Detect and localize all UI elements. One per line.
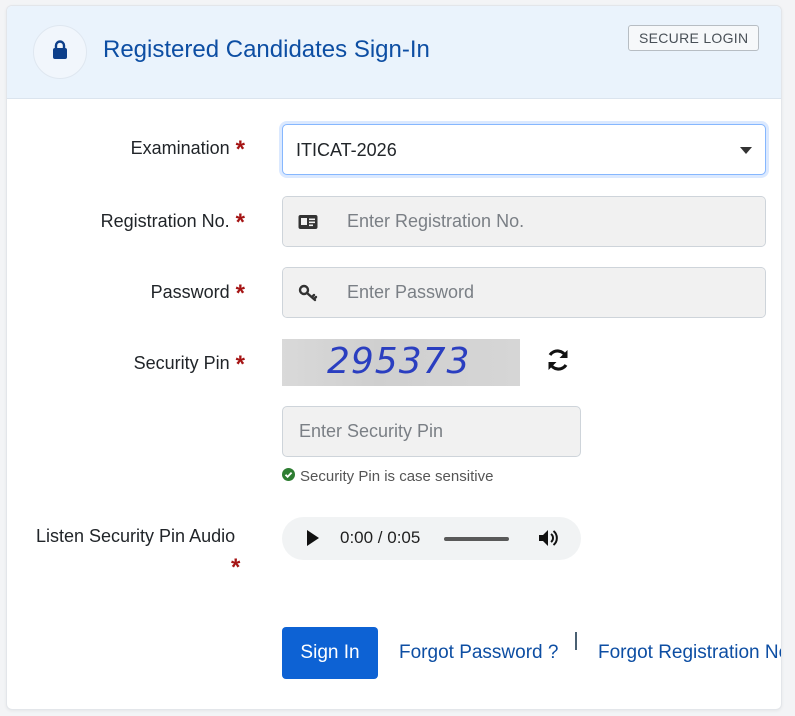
- check-circle-icon: [282, 468, 295, 485]
- password-input-group: [282, 267, 766, 318]
- forgot-registration-link[interactable]: Forgot Registration No.: [598, 642, 781, 664]
- id-card-icon: [283, 197, 334, 246]
- sign-in-button[interactable]: Sign In: [282, 627, 378, 679]
- volume-icon[interactable]: [538, 528, 560, 553]
- play-button[interactable]: [306, 530, 320, 551]
- lock-badge: [33, 25, 87, 79]
- refresh-captcha-button[interactable]: [543, 347, 573, 377]
- audio-player: 0:00 / 0:05: [282, 517, 581, 560]
- chevron-down-icon: [740, 147, 752, 154]
- captcha-text: 295373: [327, 341, 471, 382]
- required-marker: *: [235, 136, 245, 163]
- required-marker: *: [231, 554, 241, 581]
- lock-icon: [52, 39, 68, 65]
- security-pin-label-text: Security Pin: [133, 353, 230, 373]
- required-marker: *: [235, 351, 245, 378]
- refresh-icon: [545, 347, 571, 378]
- registration-input[interactable]: [333, 197, 765, 246]
- examination-label: Examination *: [7, 136, 245, 164]
- registration-input-group: [282, 196, 766, 247]
- password-label-text: Password: [150, 282, 230, 302]
- security-pin-hint: Security Pin is case sensitive: [282, 468, 493, 485]
- password-label: Password *: [7, 280, 245, 308]
- examination-select[interactable]: ITICAT-2026: [282, 124, 766, 175]
- audio-time: 0:00 / 0:05: [340, 528, 421, 547]
- captcha-image: 295373: [282, 339, 520, 386]
- required-marker: *: [235, 209, 245, 236]
- audio-label-text: Listen Security Pin Audio: [36, 526, 236, 546]
- password-input[interactable]: [333, 268, 765, 317]
- sign-in-card: Registered Candidates Sign-In SECURE LOG…: [6, 5, 782, 710]
- required-marker: *: [235, 280, 245, 307]
- card-header: Registered Candidates Sign-In SECURE LOG…: [7, 6, 781, 99]
- security-pin-input[interactable]: [282, 406, 581, 457]
- audio-seek-bar[interactable]: [444, 537, 509, 541]
- security-pin-hint-text: Security Pin is case sensitive: [300, 468, 494, 485]
- key-icon: [283, 268, 334, 317]
- page-title: Registered Candidates Sign-In: [103, 36, 430, 63]
- secure-login-badge: SECURE LOGIN: [628, 25, 760, 51]
- registration-label-text: Registration No.: [100, 211, 230, 231]
- security-pin-label: Security Pin *: [7, 351, 245, 379]
- examination-label-text: Examination: [130, 138, 230, 158]
- examination-selected-value: ITICAT-2026: [296, 140, 397, 160]
- link-separator: [575, 632, 577, 650]
- audio-label: Listen Security Pin Audio: [36, 526, 235, 547]
- forgot-password-link[interactable]: Forgot Password ?: [399, 642, 558, 664]
- registration-label: Registration No. *: [7, 209, 245, 237]
